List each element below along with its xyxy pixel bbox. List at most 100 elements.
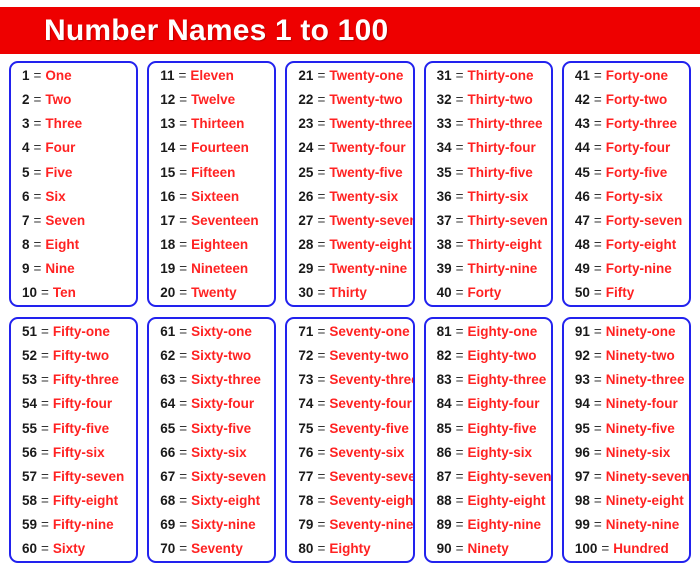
entry-equals-sign: = <box>455 372 464 388</box>
entry-number-name: Eighteen <box>191 237 249 253</box>
entry-number: 63 <box>160 372 176 388</box>
entry-number-name: Eighty <box>329 541 371 557</box>
entry-equals-sign: = <box>593 164 602 180</box>
entry-number: 92 <box>574 348 590 364</box>
entry-equals-sign: = <box>33 212 42 228</box>
entry-equals-sign: = <box>455 212 464 228</box>
entry-number: 64 <box>160 396 176 412</box>
entry-number: 80 <box>298 541 314 557</box>
entry-number-name: Thirteen <box>191 116 245 132</box>
entry-number-name: Sixty <box>52 541 86 557</box>
number-name-entry: 41 = Forty-one <box>572 69 681 83</box>
entry-number: 48 <box>574 237 590 253</box>
number-name-entry: 33 = Thirty-three <box>434 117 543 131</box>
entry-equals-sign: = <box>455 468 464 484</box>
entry-number-name: Forty-two <box>605 92 668 108</box>
entry-number-name: Seventy-one <box>329 324 410 339</box>
entry-equals-sign: = <box>317 372 326 388</box>
card-91-to-100: 91 = Ninety-one 92 = Ninety-two 93 = Ninety-thre… <box>561 317 692 563</box>
entry-number: 76 <box>298 444 314 460</box>
entry-number-name: Forty-one <box>605 68 668 83</box>
entry-equals-sign: = <box>179 261 188 277</box>
number-name-entry: 69 = Sixty-nine <box>157 518 266 532</box>
entry-number-name: Two <box>45 92 72 108</box>
entry-number: 33 <box>436 116 452 132</box>
entry-number: 20 <box>160 285 176 301</box>
entry-number-name: Sixty-six <box>191 444 247 460</box>
number-name-entry: 90 = Ninety <box>434 542 543 556</box>
number-name-entry: 43 = Forty-three <box>572 117 681 131</box>
entry-number: 79 <box>298 517 314 533</box>
entry-number: 19 <box>160 261 176 277</box>
entry-number: 89 <box>436 517 452 533</box>
entry-number-name: Hundred <box>613 541 669 557</box>
entry-equals-sign: = <box>593 396 602 412</box>
number-name-entry: 26 = Twenty-six <box>295 190 404 204</box>
entry-equals-sign: = <box>41 468 49 484</box>
card-81-to-90: 81 = Eighty-one 82 = Eighty-two 83 = Eighty-thre… <box>423 317 553 563</box>
number-name-entry: 3 = Three <box>19 117 128 131</box>
entry-number-name: Eighty-three <box>467 372 547 388</box>
entry-number: 38 <box>436 237 452 253</box>
entry-number: 22 <box>298 92 314 108</box>
number-name-entry: 35 = Thirty-five <box>434 166 543 180</box>
entry-number: 86 <box>436 444 452 460</box>
entry-equals-sign: = <box>179 237 188 253</box>
entry-number: 46 <box>574 188 590 204</box>
number-name-entry: 5 = Five <box>19 166 128 180</box>
number-name-entry: 7 = Seven <box>19 214 128 228</box>
entry-number-name: Forty <box>467 285 502 301</box>
entry-number: 45 <box>574 164 590 180</box>
entry-number-name: Twenty-three <box>329 116 413 132</box>
entry-number-name: Twenty <box>191 285 237 301</box>
entry-number-name: Thirty-three <box>467 116 543 132</box>
entry-number-name: Fifty-five <box>52 420 110 436</box>
entry-number-name: Thirty-four <box>467 140 536 156</box>
entry-equals-sign: = <box>179 468 188 484</box>
entry-number: 54 <box>22 396 38 412</box>
number-name-entry: 52 = Fifty-two <box>19 349 128 363</box>
entry-number: 100 <box>574 541 598 557</box>
number-name-entry: 1 = One <box>19 69 128 83</box>
entry-number-name: Seventy-seven <box>329 468 415 484</box>
entry-number-name: Sixty-nine <box>191 517 256 533</box>
entry-number: 75 <box>298 420 314 436</box>
entry-number: 5 <box>22 164 30 180</box>
entry-number: 82 <box>436 348 452 364</box>
entry-equals-sign: = <box>179 420 188 436</box>
number-name-entry: 61 = Sixty-one <box>157 325 266 339</box>
entry-number-name: Sixteen <box>191 188 240 204</box>
entry-number-name: Seventy <box>191 541 243 557</box>
entry-equals-sign: = <box>33 92 42 108</box>
entry-number-name: Six <box>45 188 66 204</box>
entry-number: 84 <box>436 396 452 412</box>
entry-number: 25 <box>298 164 314 180</box>
entry-number: 85 <box>436 420 452 436</box>
number-name-entry: 73 = Seventy-three <box>295 372 412 388</box>
entry-number-name: Fourteen <box>191 140 249 156</box>
entry-number: 43 <box>574 116 590 132</box>
entry-number-name: Seventy-six <box>329 444 405 460</box>
entry-number: 73 <box>298 372 314 388</box>
entry-number: 52 <box>22 348 38 364</box>
entry-equals-sign: = <box>179 493 188 509</box>
entry-equals-sign: = <box>317 493 326 509</box>
card-71-to-80: 71 = Seventy-one 72 = Seventy-two 73 = Seventy-t… <box>285 317 415 563</box>
number-name-entry: 13 = Thirteen <box>157 117 266 131</box>
entry-number: 8 <box>22 237 30 253</box>
entry-number: 77 <box>298 468 314 484</box>
number-name-entry: 81 = Eighty-one <box>434 325 543 339</box>
entry-number-name: Eight <box>45 237 80 253</box>
entry-equals-sign: = <box>179 116 188 132</box>
number-name-entry: 85 = Eighty-five <box>434 422 543 436</box>
entry-number: 1 <box>22 68 30 83</box>
entry-number: 23 <box>298 116 314 132</box>
entry-number: 6 <box>22 188 30 204</box>
card-row-top: 1 = One 2 = Two 3 = Three 4 = Four 5 = Five 6 = Six 7 = Seve… <box>9 61 692 307</box>
entry-number-name: Ninety-four <box>605 396 678 412</box>
entry-number-name: Fifty-eight <box>52 493 119 509</box>
entry-equals-sign: = <box>593 348 602 364</box>
number-name-entry: 66 = Sixty-six <box>157 446 266 460</box>
entry-equals-sign: = <box>593 517 602 533</box>
number-name-entry: 68 = Sixty-eight <box>157 494 266 508</box>
